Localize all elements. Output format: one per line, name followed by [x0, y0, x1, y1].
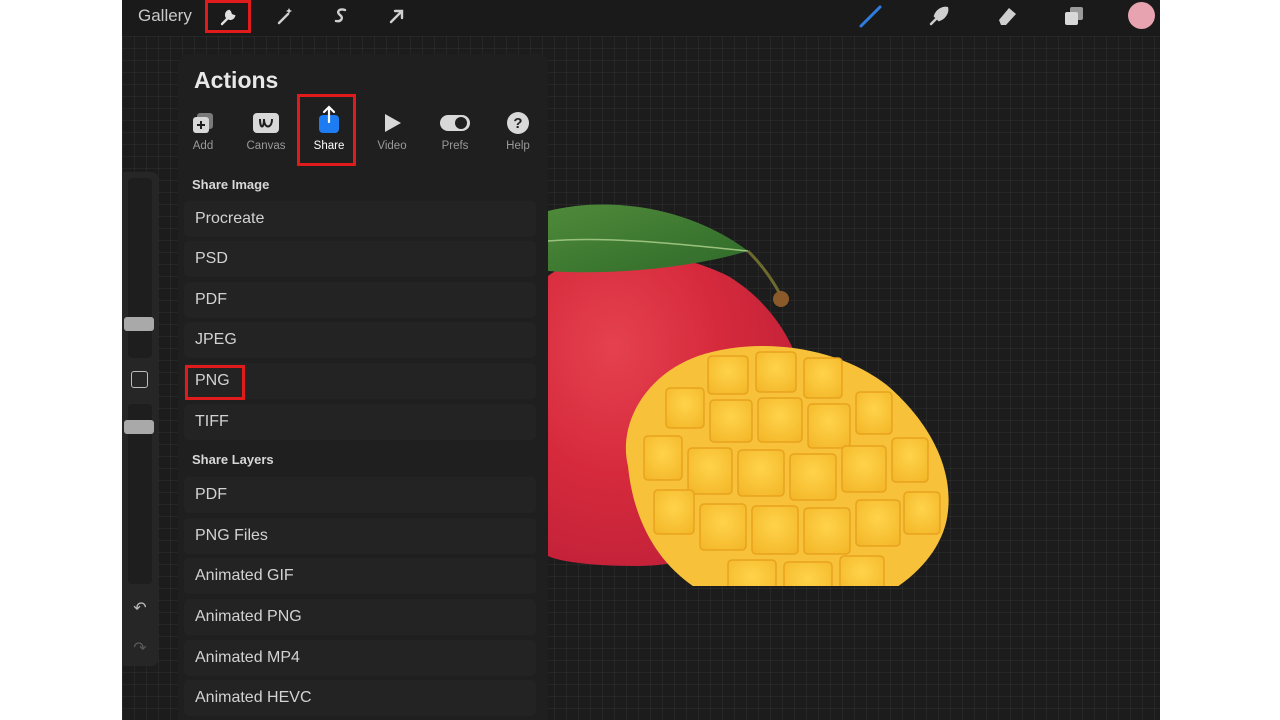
layers-item-png-files[interactable]: PNG Files [184, 518, 536, 554]
toggle-icon [427, 110, 483, 136]
layers-item-animated-png[interactable]: Animated PNG [184, 599, 536, 635]
eraser-icon[interactable] [992, 3, 1022, 29]
smudge-icon[interactable] [924, 3, 954, 29]
wrench-icon[interactable] [208, 3, 248, 30]
modify-button[interactable] [131, 371, 148, 388]
top-toolbar: Gallery [122, 0, 1160, 36]
tab-canvas[interactable]: Canvas [238, 104, 294, 164]
play-icon [364, 110, 420, 136]
tab-help[interactable]: ? Help [490, 104, 546, 164]
canvas-icon [238, 110, 294, 136]
share-layers-heading: Share Layers [192, 452, 274, 467]
share-item-tiff[interactable]: TIFF [184, 404, 536, 440]
add-image-icon [175, 110, 231, 136]
layers-icon[interactable] [1059, 3, 1089, 29]
opacity-slider[interactable] [128, 404, 152, 584]
share-item-pdf[interactable]: PDF [184, 282, 536, 318]
actions-tabs: Add Canvas Share Video [178, 104, 548, 164]
actions-panel: Actions Add Canvas Share [178, 54, 548, 720]
share-image-heading: Share Image [192, 177, 269, 192]
procreate-app: Gallery [122, 0, 1160, 720]
share-item-procreate[interactable]: Procreate [184, 201, 536, 237]
gallery-button[interactable]: Gallery [138, 6, 192, 26]
transform-arrow-icon[interactable] [382, 3, 412, 29]
svg-text:?: ? [513, 115, 522, 132]
share-item-psd[interactable]: PSD [184, 241, 536, 277]
panel-title: Actions [194, 67, 278, 94]
layers-item-animated-mp4[interactable]: Animated MP4 [184, 640, 536, 676]
tab-add[interactable]: Add [175, 104, 231, 164]
opacity-thumb[interactable] [124, 420, 154, 434]
tab-video[interactable]: Video [364, 104, 420, 164]
left-sidebar: ↶ ↷ [122, 172, 158, 666]
brush-icon[interactable] [856, 3, 886, 29]
mango-artwork [548, 166, 958, 586]
undo-icon[interactable]: ↶ [131, 600, 149, 618]
share-item-jpeg[interactable]: JPEG [184, 322, 536, 358]
tab-prefs[interactable]: Prefs [427, 104, 483, 164]
brush-size-thumb[interactable] [124, 317, 154, 331]
layers-item-animated-hevc[interactable]: Animated HEVC [184, 680, 536, 716]
redo-icon[interactable]: ↷ [131, 640, 149, 658]
brush-size-slider[interactable] [128, 178, 152, 358]
question-icon: ? [490, 110, 546, 136]
magic-wand-icon[interactable] [270, 3, 300, 29]
png-highlight [185, 365, 245, 400]
share-tab-highlight [297, 94, 356, 166]
layers-item-animated-gif[interactable]: Animated GIF [184, 558, 536, 594]
color-picker-swatch[interactable] [1128, 2, 1155, 29]
layers-item-pdf[interactable]: PDF [184, 477, 536, 513]
selection-icon[interactable] [326, 3, 356, 29]
